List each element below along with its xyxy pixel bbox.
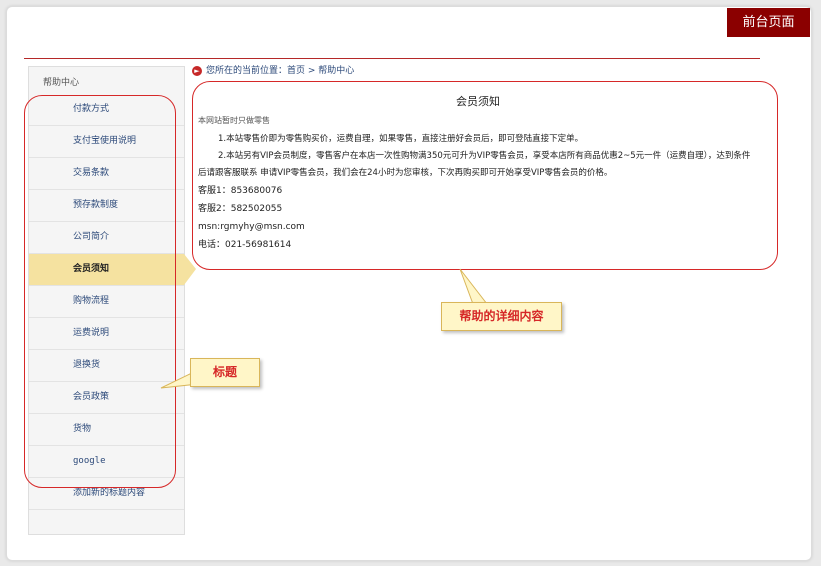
breadcrumb-current: 帮助中心 [318,66,355,76]
content-highlight-outline [192,81,778,270]
breadcrumb: ► 您所在的当前位置：首页 > 帮助中心 [192,65,354,77]
front-page-button[interactable]: 前台页面 [727,8,810,37]
arrow-right-icon: ► [192,65,202,76]
sidebar-title: 帮助中心 [43,78,80,88]
sidebar-highlight-outline [24,95,176,488]
detail-callout: 帮助的详细内容 [441,302,562,331]
header-divider [24,58,760,59]
breadcrumb-home-link[interactable]: 首页 [287,66,305,76]
title-callout: 标题 [190,358,260,387]
breadcrumb-separator: > [305,66,319,76]
breadcrumb-prefix: 您所在的当前位置： [206,66,288,76]
